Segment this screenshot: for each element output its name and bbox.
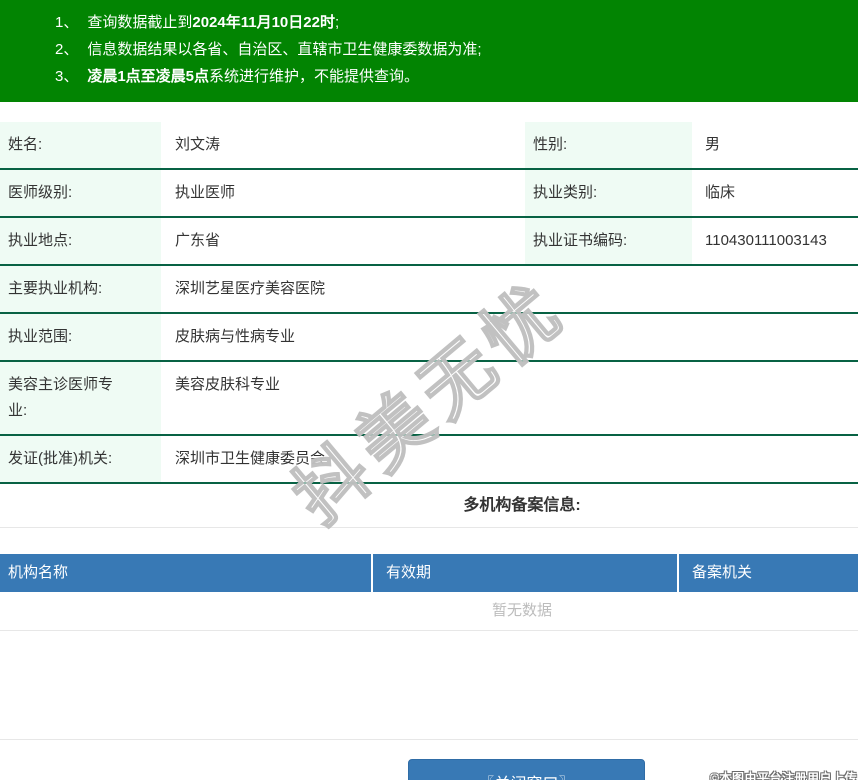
info-row-issuing-authority: 发证(批准)机关: 深圳市卫生健康委员会 xyxy=(0,435,858,484)
certificate-number-value: 110430111003143 xyxy=(692,217,858,266)
filing-table-header-row: 机构名称 有效期 备案机关 xyxy=(0,554,858,592)
info-row-cosmetic-specialty: 美容主诊医师专业: 美容皮肤科专业 xyxy=(0,361,858,436)
column-header-validity-period: 有效期 xyxy=(371,554,678,592)
notice-line-2: 2、 信息数据结果以各省、自治区、直辖市卫生健康委数据为准; xyxy=(55,36,848,63)
practice-location-label: 执业地点: xyxy=(0,217,161,266)
info-row-name-gender: 姓名: 刘文涛 性别: 男 xyxy=(0,122,858,170)
practice-location-value: 广东省 xyxy=(161,217,525,266)
name-value: 刘文涛 xyxy=(161,122,525,170)
cosmetic-specialty-value: 美容皮肤科专业 xyxy=(161,361,858,436)
notice-text: 系统进行维护，不能提供查询。 xyxy=(209,68,420,85)
footer: 〖关闭窗口〗 ©本图由平台注册用户上传 xyxy=(0,740,858,780)
gender-label: 性别: xyxy=(525,122,692,170)
notice-line-3: 3、 凌晨1点至凌晨5点系统进行维护，不能提供查询。 xyxy=(55,63,848,90)
content-spacer xyxy=(0,631,858,740)
notice-text: ; xyxy=(334,14,340,31)
main-institution-value: 深圳艺星医疗美容医院 xyxy=(161,265,858,314)
column-header-institution-name: 机构名称 xyxy=(0,554,372,592)
filing-section: 多机构备案信息: xyxy=(0,484,858,528)
notice-line-1: 1、 查询数据截止到2024年11月10日22时; xyxy=(55,9,848,36)
info-row-level-category: 医师级别: 执业医师 执业类别: 临床 xyxy=(0,169,858,218)
notice-text-bold: 2024年11月10日22时 xyxy=(192,14,335,31)
name-label: 姓名: xyxy=(0,122,161,170)
issuing-authority-value: 深圳市卫生健康委员会 xyxy=(161,435,858,484)
copyright-note: ©本图由平台注册用户上传 xyxy=(710,771,857,780)
practitioner-info-table: 姓名: 刘文涛 性别: 男 医师级别: 执业医师 执业类别: 临床 执业地点: … xyxy=(0,122,858,484)
info-row-location-certificate: 执业地点: 广东省 执业证书编码: 110430111003143 xyxy=(0,217,858,266)
doctor-level-label: 医师级别: xyxy=(0,169,161,218)
notice-text: 查询数据截止到 xyxy=(87,14,193,31)
query-result-page: 1、 查询数据截止到2024年11月10日22时; 2、 信息数据结果以各省、自治区… xyxy=(0,0,858,780)
notice-banner: 1、 查询数据截止到2024年11月10日22时; 2、 信息数据结果以各省、自治区… xyxy=(0,0,858,102)
filing-empty-row: 暂无数据 xyxy=(0,592,858,631)
practice-scope-value: 皮肤病与性病专业 xyxy=(161,313,858,362)
filing-table: 机构名称 有效期 备案机关 暂无数据 xyxy=(0,554,858,631)
notice-number: 1、 xyxy=(55,14,79,31)
main-institution-label: 主要执业机构: xyxy=(0,265,161,314)
column-header-filing-authority: 备案机关 xyxy=(677,554,858,592)
section-heading: 多机构备案信息: xyxy=(463,497,581,514)
empty-data-text: 暂无数据 xyxy=(0,592,858,631)
cosmetic-specialty-label: 美容主诊医师专业: xyxy=(0,361,161,436)
practice-category-label: 执业类别: xyxy=(525,169,692,218)
notice-text-bold: 凌晨1点至凌晨5点 xyxy=(87,68,210,85)
issuing-authority-label: 发证(批准)机关: xyxy=(0,435,161,484)
notice-number: 2、 xyxy=(55,41,79,58)
practice-category-value: 临床 xyxy=(692,169,858,218)
notice-number: 3、 xyxy=(55,68,79,85)
info-row-practice-scope: 执业范围: 皮肤病与性病专业 xyxy=(0,313,858,362)
gender-value: 男 xyxy=(692,122,858,170)
info-row-main-institution: 主要执业机构: 深圳艺星医疗美容医院 xyxy=(0,265,858,314)
notice-text: 信息数据结果以各省、自治区、直辖市卫生健康委数据为准; xyxy=(87,41,482,58)
close-window-button[interactable]: 〖关闭窗口〗 xyxy=(408,759,645,780)
certificate-number-label: 执业证书编码: xyxy=(525,217,692,266)
doctor-level-value: 执业医师 xyxy=(161,169,525,218)
practice-scope-label: 执业范围: xyxy=(0,313,161,362)
